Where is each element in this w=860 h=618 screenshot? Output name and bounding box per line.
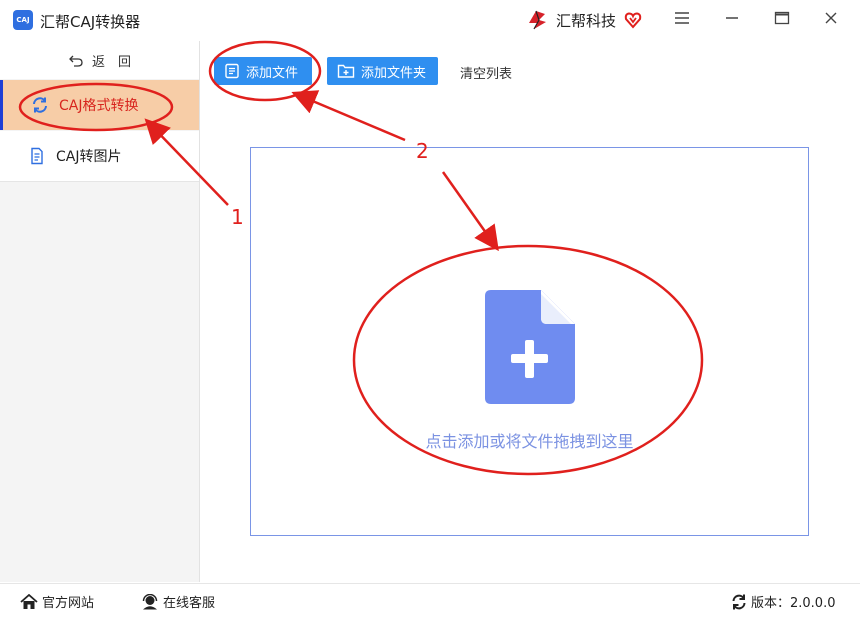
maximize-icon[interactable] — [772, 10, 792, 30]
back-arrow-icon — [69, 55, 83, 67]
online-service-link[interactable]: 在线客服 — [141, 592, 215, 611]
annotation-arrow-2a — [291, 90, 406, 142]
add-folder-label: 添加文件夹 — [361, 65, 427, 81]
sidebar-item-caj-format-convert[interactable]: CAJ格式转换 — [0, 80, 199, 130]
brand-name: 汇帮科技 — [556, 11, 617, 30]
add-file-icon[interactable] — [485, 290, 575, 404]
drop-hint: 点击添加或将文件拖拽到这里 — [425, 432, 634, 451]
sidebar-item-caj-to-image[interactable]: CAJ转图片 — [0, 131, 199, 182]
title-bar: CAJ 汇帮CAJ转换器 汇帮科技 — [0, 0, 860, 41]
sidebar: 返 回 CAJ格式转换 CAJ转图片 — [0, 41, 200, 582]
add-folder-button[interactable]: 添加文件夹 — [327, 57, 438, 85]
brand-logo-icon — [529, 10, 546, 30]
add-file-button[interactable]: 添加文件 — [214, 57, 312, 85]
app-logo: CAJ — [13, 10, 33, 30]
menu-icon[interactable] — [672, 10, 692, 30]
update-icon — [732, 594, 746, 609]
official-website-label: 官方网站 — [42, 596, 95, 611]
minimize-icon[interactable] — [722, 10, 742, 30]
add-file-label: 添加文件 — [246, 65, 299, 81]
headset-icon — [142, 593, 158, 609]
document-icon — [31, 147, 43, 165]
file-list-icon — [225, 63, 239, 79]
official-website-link[interactable]: 官方网站 — [20, 592, 94, 611]
heart-icon[interactable] — [624, 11, 642, 29]
sidebar-item-label: CAJ格式转换 — [59, 98, 139, 114]
version-info[interactable]: 版本：2.0.0.0 — [731, 592, 835, 611]
back-label: 返 回 — [91, 54, 131, 70]
footer: 官方网站 在线客服 版本：2.0.0.0 — [0, 583, 860, 618]
version-label: 版本：2.0.0.0 — [751, 596, 836, 611]
clear-list-button[interactable]: 清空列表 — [460, 63, 512, 82]
annotation-label-1: 1 — [231, 205, 244, 229]
brand[interactable]: 汇帮科技 — [526, 9, 642, 31]
home-icon — [20, 593, 38, 609]
sidebar-item-label: CAJ转图片 — [56, 149, 122, 165]
refresh-icon — [33, 97, 47, 113]
app-title: 汇帮CAJ转换器 — [40, 13, 141, 31]
close-icon[interactable] — [821, 10, 841, 30]
online-service-label: 在线客服 — [163, 596, 216, 611]
folder-add-icon — [337, 64, 355, 78]
back-button[interactable]: 返 回 — [0, 41, 199, 79]
